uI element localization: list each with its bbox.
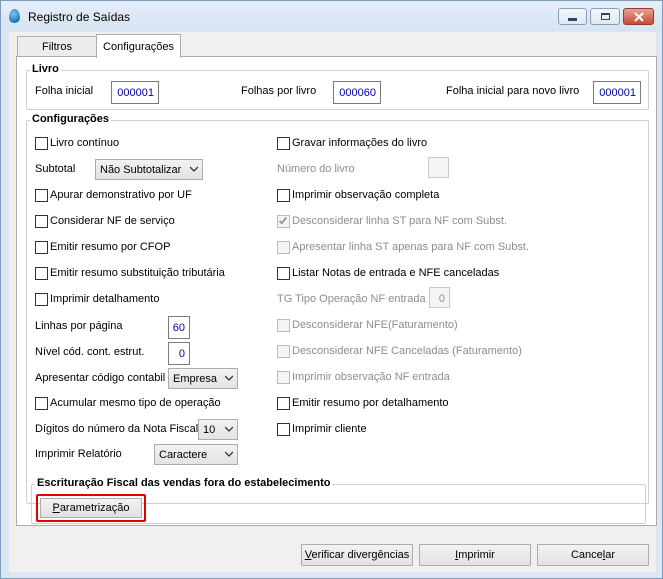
nf-servico-label: Considerar NF de serviço [50, 215, 175, 227]
folha-inicial-input[interactable]: 000001 [111, 81, 159, 104]
resumo-detalhamento-checkbox[interactable] [277, 397, 290, 410]
maximize-button[interactable] [590, 8, 620, 25]
imprimir-label: Imprimir [455, 549, 495, 561]
title-bar: Registro de Saídas [1, 1, 662, 31]
numero-livro-input[interactable] [428, 157, 449, 178]
parametrizacao-button[interactable]: Parametrização [40, 498, 142, 518]
tg-tipo-input[interactable]: 0 [429, 287, 450, 308]
window-title: Registro de Saídas [28, 10, 131, 24]
obs-completa-label: Imprimir observação completa [292, 189, 440, 201]
chevron-down-icon [190, 166, 198, 172]
configuracoes-panel: Livro Folha inicial 000001 Folhas por li… [16, 56, 657, 526]
subtotal-select[interactable]: Não Subtotalizar [95, 159, 203, 180]
imprimir-cliente-label: Imprimir cliente [292, 423, 367, 435]
registro-saidas-window: Registro de Saídas Filtros Configurações… [0, 0, 663, 579]
obs-nf-entrada-checkbox[interactable] [277, 371, 290, 384]
gravar-info-label: Gravar informações do livro [292, 137, 428, 149]
listar-canceladas-checkbox[interactable] [277, 267, 290, 280]
apurar-uf-checkbox[interactable] [35, 189, 48, 202]
livro-continuo-checkbox[interactable] [35, 137, 48, 150]
livro-group: Livro Folha inicial 000001 Folhas por li… [26, 63, 649, 110]
obs-completa-checkbox[interactable] [277, 189, 290, 202]
subtotal-value: Não Subtotalizar [100, 164, 182, 176]
linhas-pagina-input[interactable]: 60 [168, 316, 190, 339]
nf-servico-checkbox[interactable] [35, 215, 48, 228]
obs-nf-entrada-label: Imprimir observação NF entrada [292, 371, 450, 383]
desc-nfe-fat-label: Desconsiderar NFE(Faturamento) [292, 319, 458, 331]
close-button[interactable] [623, 8, 654, 25]
desc-nfe-fat-checkbox[interactable] [277, 319, 290, 332]
apresentar-st-checkbox[interactable] [277, 241, 290, 254]
checkmark-icon [278, 215, 288, 225]
configuracoes-group: Configurações Livro contínuo Subtotal Nã… [26, 113, 649, 504]
dialog-client: Filtros Configurações Livro Folha inicia… [9, 32, 657, 572]
acumular-checkbox[interactable] [35, 397, 48, 410]
folha-novo-livro-label: Folha inicial para novo livro [446, 85, 580, 97]
imprimir-button[interactable]: Imprimir [419, 544, 531, 566]
resumo-cfop-label: Emitir resumo por CFOP [50, 241, 171, 253]
imprimir-relatorio-label: Imprimir Relatório [35, 448, 122, 460]
chevron-down-icon [225, 375, 233, 381]
detalhamento-label: Imprimir detalhamento [50, 293, 160, 305]
cod-contabil-label: Apresentar código contabil [35, 372, 166, 384]
tab-filtros[interactable]: Filtros [17, 36, 97, 57]
minimize-button[interactable] [558, 8, 587, 25]
acumular-label: Acumular mesmo tipo de operação [50, 397, 221, 409]
close-icon [633, 11, 644, 22]
digitos-nf-value: 10 [203, 424, 216, 436]
listar-canceladas-label: Listar Notas de entrada e NFE canceladas [292, 267, 500, 279]
nivel-cod-input[interactable]: 0 [168, 342, 190, 365]
detalhamento-checkbox[interactable] [35, 293, 48, 306]
cancelar-label: Cancelar [570, 549, 616, 561]
tab-configuracoes-label: Configurações [103, 40, 174, 53]
resumo-st-label: Emitir resumo substituição tributária [50, 267, 225, 279]
configuracoes-group-title: Configurações [30, 113, 112, 125]
imprimir-relatorio-select[interactable]: Caractere [154, 444, 238, 465]
tg-tipo-label: TG Tipo Operação NF entrada [277, 293, 426, 305]
desc-nfe-canc-label: Desconsiderar NFE Canceladas (Faturament… [292, 345, 522, 357]
imprimir-relatorio-value: Caractere [159, 449, 208, 461]
desc-nfe-canc-checkbox[interactable] [277, 345, 290, 358]
apurar-uf-label: Apurar demonstrativo por UF [50, 189, 192, 201]
cod-contabil-value: Empresa [173, 373, 218, 385]
minimize-icon [568, 18, 577, 21]
tab-filtros-label: Filtros [42, 41, 72, 53]
app-icon [9, 9, 20, 23]
verificar-divergencias-button[interactable]: Verificar divergências [301, 544, 413, 566]
nivel-cod-label: Nível cód. cont. estrut. [35, 346, 145, 358]
desconsiderar-st-checkbox[interactable] [277, 215, 290, 228]
livro-group-title: Livro [30, 63, 61, 75]
livro-continuo-label: Livro contínuo [50, 137, 120, 149]
folha-novo-livro-input[interactable]: 000001 [593, 81, 641, 104]
folha-inicial-label: Folha inicial [35, 85, 94, 97]
chevron-down-icon [225, 426, 233, 432]
resumo-detalhamento-label: Emitir resumo por detalhamento [292, 397, 449, 409]
escrituracao-group: Escrituração Fiscal das vendas fora do e… [31, 477, 646, 524]
digitos-nf-select[interactable]: 10 [198, 419, 238, 440]
subtotal-label: Subtotal [35, 163, 76, 175]
escrituracao-group-title: Escrituração Fiscal das vendas fora do e… [35, 477, 333, 489]
resumo-cfop-checkbox[interactable] [35, 241, 48, 254]
folhas-por-livro-label: Folhas por livro [241, 85, 317, 97]
imprimir-cliente-checkbox[interactable] [277, 423, 290, 436]
numero-livro-label: Número do livro [277, 163, 355, 175]
cod-contabil-select[interactable]: Empresa [168, 368, 238, 389]
desconsiderar-st-label: Desconsiderar linha ST para NF com Subst… [292, 215, 507, 227]
cancelar-button[interactable]: Cancelar [537, 544, 649, 566]
resumo-st-checkbox[interactable] [35, 267, 48, 280]
folhas-por-livro-input[interactable]: 000060 [333, 81, 381, 104]
digitos-nf-label: Dígitos do número da Nota Fiscal [35, 423, 199, 435]
apresentar-st-label: Apresentar linha ST apenas para NF com S… [292, 241, 530, 253]
verificar-divergencias-label: Verificar divergências [304, 549, 410, 561]
linhas-pagina-label: Linhas por página [35, 320, 123, 332]
gravar-info-checkbox[interactable] [277, 137, 290, 150]
parametrizacao-button-label: Parametrização [52, 502, 130, 514]
maximize-icon [600, 13, 610, 20]
chevron-down-icon [225, 451, 233, 457]
tab-configuracoes[interactable]: Configurações [96, 34, 181, 58]
